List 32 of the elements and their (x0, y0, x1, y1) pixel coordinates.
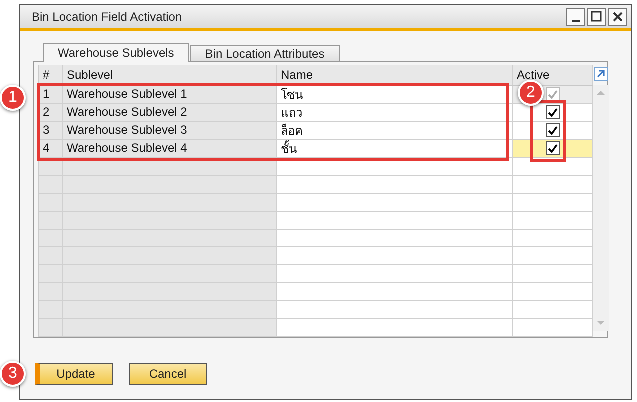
expand-icon[interactable] (594, 67, 608, 81)
close-icon (612, 12, 622, 22)
table-cell: โซน (277, 86, 513, 103)
checkbox[interactable] (546, 105, 560, 120)
minimize-button[interactable] (566, 8, 585, 26)
column-header: Sublevel (63, 65, 277, 85)
table-cell: Warehouse Sublevel 2 (63, 104, 277, 121)
tab[interactable]: Warehouse Sublevels (43, 43, 190, 62)
callout-marker: 3 (0, 361, 26, 387)
table-cell: ชั้น (277, 140, 513, 157)
column-header: # (39, 65, 63, 85)
table-cell: 4 (39, 140, 63, 157)
close-button[interactable] (608, 8, 627, 26)
table-cell: แถว (277, 104, 513, 121)
table-cell: Warehouse Sublevel 1 (63, 86, 277, 103)
maximize-button[interactable] (587, 8, 606, 26)
window-title: Bin Location Field Activation (32, 10, 184, 24)
dialog-button[interactable]: Cancel (129, 363, 207, 385)
minimize-icon (572, 20, 580, 22)
table-cell: 3 (39, 122, 63, 139)
tab[interactable]: Bin Location Attributes (190, 45, 340, 62)
table-cell: Warehouse Sublevel 3 (63, 122, 277, 139)
table-cell: ล็อค (277, 122, 513, 139)
checkbox[interactable] (546, 123, 560, 138)
checkbox[interactable] (546, 141, 560, 156)
dialog-button[interactable]: Update (35, 363, 113, 385)
table-cell: Warehouse Sublevel 4 (63, 140, 277, 157)
table-cell: 2 (39, 104, 63, 121)
table-cell: 1 (39, 86, 63, 103)
callout-marker: 1 (0, 85, 26, 111)
maximize-icon (591, 11, 602, 22)
column-header: Name (277, 65, 513, 85)
